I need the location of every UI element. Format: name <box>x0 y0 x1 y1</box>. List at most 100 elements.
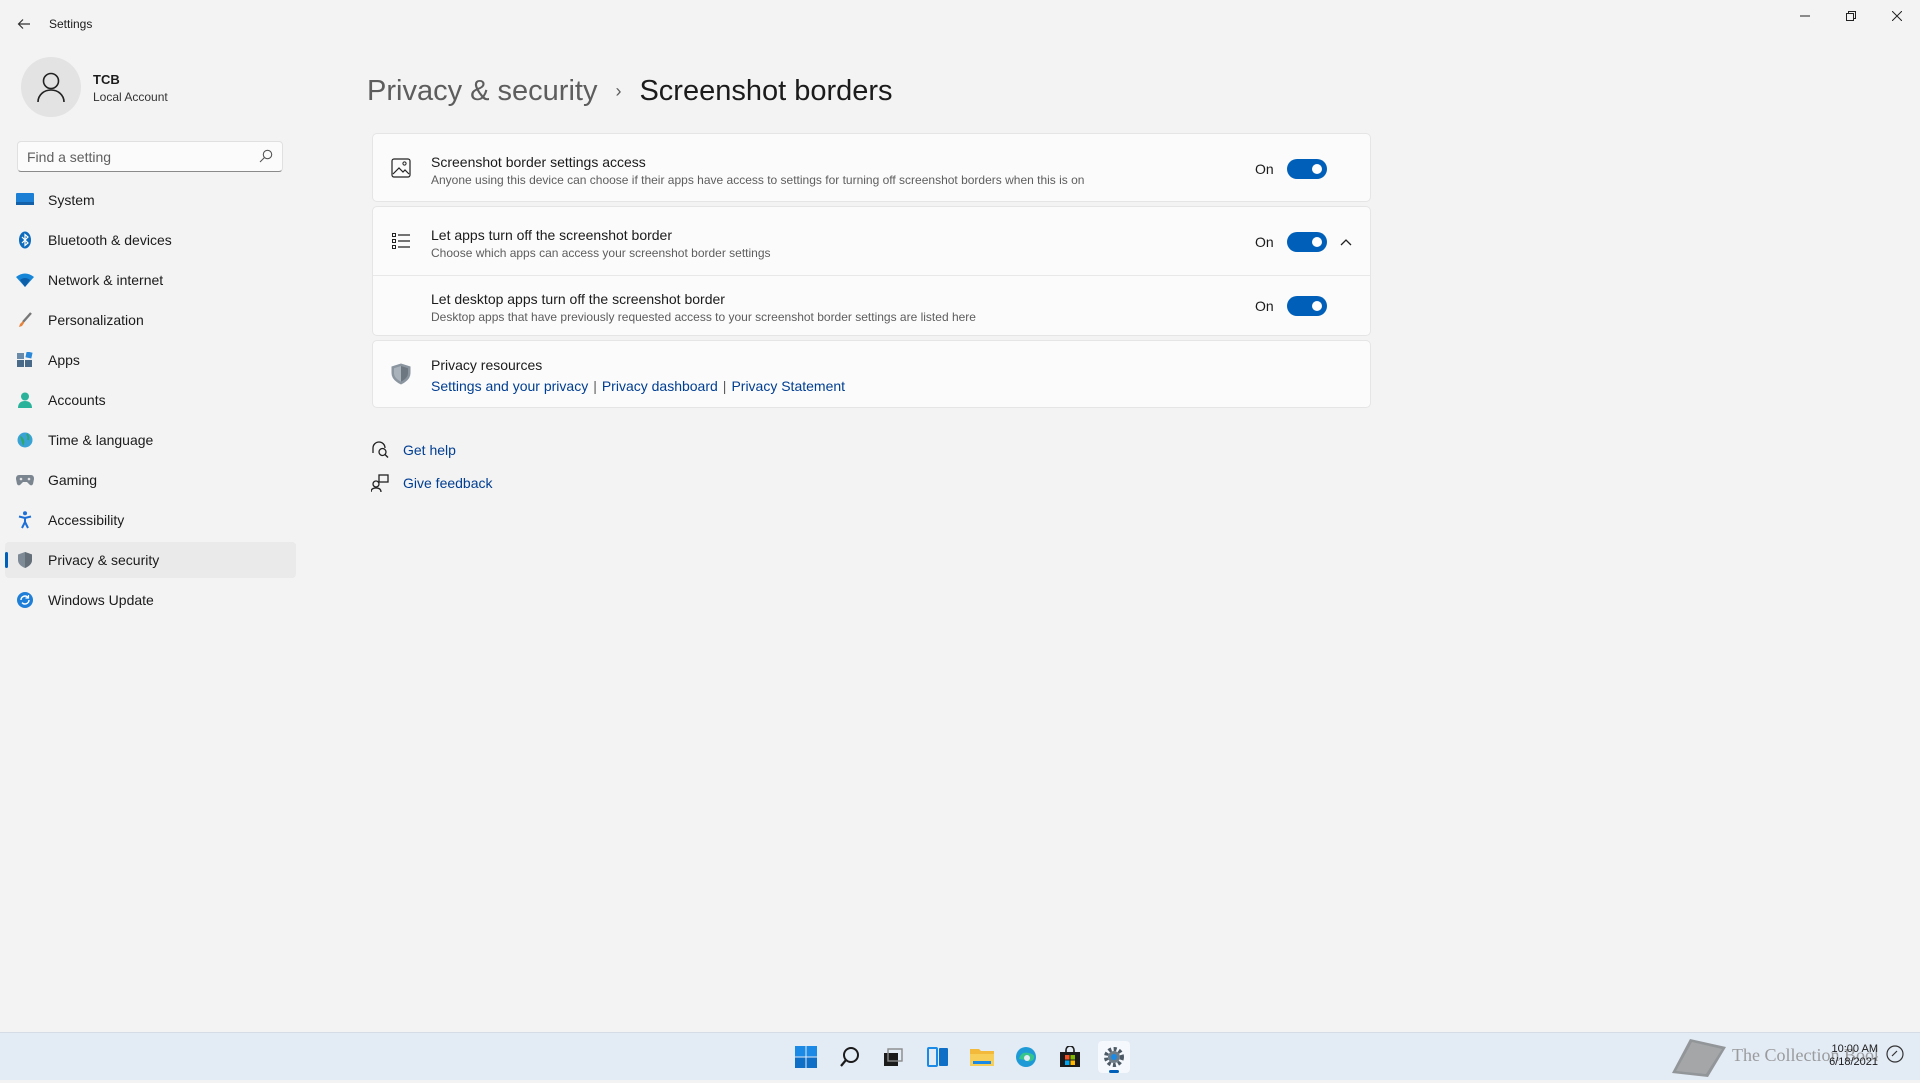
image-icon <box>390 157 412 179</box>
breadcrumb-parent-link[interactable]: Privacy & security <box>367 75 597 108</box>
setting-description: Choose which apps can access your screen… <box>431 246 771 260</box>
accessibility-icon <box>15 510 35 530</box>
border-access-toggle[interactable] <box>1287 159 1327 179</box>
minimize-icon <box>1800 15 1810 17</box>
wifi-icon <box>15 270 35 290</box>
sidebar-item-label: Time & language <box>48 432 154 448</box>
account-name: TCB <box>93 72 120 87</box>
toggle-state-label: On <box>1255 298 1274 314</box>
search-icon[interactable] <box>834 1041 866 1073</box>
taskbar <box>0 1032 1920 1080</box>
sidebar-item-gaming[interactable]: Gaming <box>5 462 296 498</box>
desktop-apps-border-toggle[interactable] <box>1287 296 1327 316</box>
tray-time: 10:00 AM <box>1831 1043 1878 1055</box>
sidebar-item-network[interactable]: Network & internet <box>5 262 296 298</box>
search-box[interactable] <box>17 141 283 172</box>
sidebar-item-bluetooth[interactable]: Bluetooth & devices <box>5 222 296 258</box>
breadcrumb: Privacy & security › Screenshot borders <box>367 75 893 108</box>
store-icon[interactable] <box>1054 1041 1086 1073</box>
update-icon <box>15 590 35 610</box>
give-feedback-row: Give feedback <box>371 474 493 492</box>
start-icon[interactable] <box>790 1041 822 1073</box>
card-divider <box>373 275 1370 276</box>
toggle-knob <box>1312 301 1322 311</box>
sidebar-item-windows-update[interactable]: Windows Update <box>5 582 296 618</box>
privacy-resources-title: Privacy resources <box>431 357 543 373</box>
sidebar-item-system[interactable]: System <box>5 182 296 218</box>
privacy-resources-card: Privacy resources Settings and your priv… <box>372 340 1371 408</box>
sidebar-item-label: Privacy & security <box>48 552 160 568</box>
toggle-knob <box>1312 237 1322 247</box>
app-title: Settings <box>49 17 93 31</box>
sidebar-item-label: Accounts <box>48 392 106 408</box>
chevron-up-icon[interactable] <box>1338 234 1354 250</box>
list-icon <box>390 230 412 252</box>
sidebar-item-time-language[interactable]: Time & language <box>5 422 296 458</box>
globe-icon <box>15 430 35 450</box>
tray-date: 6/18/2021 <box>1829 1056 1878 1068</box>
search-input[interactable] <box>18 142 252 171</box>
settings-and-privacy-link[interactable]: Settings and your privacy <box>431 378 588 394</box>
toggle-knob <box>1312 164 1322 174</box>
settings-icon[interactable] <box>1098 1041 1130 1073</box>
privacy-dashboard-link[interactable]: Privacy dashboard <box>602 378 718 394</box>
feedback-icon <box>371 474 389 492</box>
sidebar-item-personalization[interactable]: Personalization <box>5 302 296 338</box>
toggle-state-label: On <box>1255 234 1274 250</box>
task-view-icon[interactable] <box>877 1041 909 1073</box>
apps-icon <box>15 350 35 370</box>
breadcrumb-separator: › <box>615 81 622 101</box>
sidebar-item-label: Windows Update <box>48 592 154 608</box>
sidebar-item-label: Apps <box>48 352 80 368</box>
sidebar-item-label: System <box>48 192 95 208</box>
close-button[interactable] <box>1874 6 1920 26</box>
back-button[interactable] <box>10 12 38 36</box>
sidebar-item-accounts[interactable]: Accounts <box>5 382 296 418</box>
sidebar-item-label: Network & internet <box>48 272 164 288</box>
toggle-state-label: On <box>1255 161 1274 177</box>
setting-title: Let apps turn off the screenshot border <box>431 227 673 243</box>
apps-border-toggle[interactable] <box>1287 232 1327 252</box>
privacy-statement-link[interactable]: Privacy Statement <box>731 378 845 394</box>
setting-card-border-access: Screenshot border settings access Anyone… <box>372 133 1371 202</box>
help-icon <box>372 441 389 458</box>
avatar[interactable] <box>21 57 81 117</box>
shield-icon <box>15 550 35 570</box>
minimize-button[interactable] <box>1782 6 1828 26</box>
maximize-button[interactable] <box>1828 6 1874 26</box>
link-separator: | <box>722 378 727 394</box>
sidebar-nav: System Bluetooth & devices Network & int… <box>5 182 296 622</box>
widgets-icon[interactable] <box>922 1041 954 1073</box>
notification-icon[interactable] <box>1886 1045 1906 1065</box>
search-icon <box>259 149 273 163</box>
restore-icon <box>1846 11 1856 21</box>
edge-icon[interactable] <box>1010 1041 1042 1073</box>
account-type: Local Account <box>93 90 168 104</box>
get-help-row: Get help <box>371 441 456 459</box>
setting-card-apps-border: Let apps turn off the screenshot border … <box>372 206 1371 336</box>
get-help-link[interactable]: Get help <box>403 442 456 458</box>
gamepad-icon <box>15 470 35 490</box>
link-separator: | <box>593 378 597 394</box>
system-icon <box>15 190 35 210</box>
user-icon <box>37 72 65 103</box>
shield-icon <box>390 363 412 385</box>
sidebar-item-label: Gaming <box>48 472 98 488</box>
tray-clock[interactable]: 10:00 AM 6/18/2021 <box>1829 1043 1878 1069</box>
setting-title: Let desktop apps turn off the screenshot… <box>431 291 725 307</box>
setting-description: Desktop apps that have previously reques… <box>431 310 976 324</box>
sidebar-item-accessibility[interactable]: Accessibility <box>5 502 296 538</box>
setting-description: Anyone using this device can choose if t… <box>431 173 1085 187</box>
privacy-links: Settings and your privacy | Privacy dashbo… <box>431 378 845 394</box>
sidebar-item-label: Personalization <box>48 312 144 328</box>
file-explorer-icon[interactable] <box>966 1041 998 1073</box>
brush-icon <box>15 310 35 330</box>
sidebar-item-label: Bluetooth & devices <box>48 232 172 248</box>
sidebar-item-label: Accessibility <box>48 512 125 528</box>
sidebar-item-apps[interactable]: Apps <box>5 342 296 378</box>
accounts-icon <box>15 390 35 410</box>
back-arrow-icon <box>17 19 30 29</box>
give-feedback-link[interactable]: Give feedback <box>403 475 493 491</box>
title-bar: Settings <box>0 0 1920 48</box>
sidebar-item-privacy-security[interactable]: Privacy & security <box>5 542 296 578</box>
